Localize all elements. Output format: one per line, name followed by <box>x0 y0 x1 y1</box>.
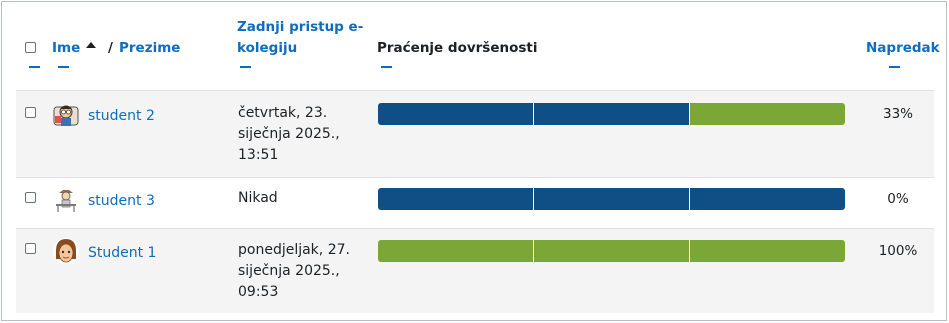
last-access-text: ponedjeljak, 27. siječnja 2025., 09:53 <box>238 240 358 303</box>
completion-progress-bar <box>378 240 845 262</box>
completion-segment-incomplete[interactable] <box>378 188 533 210</box>
student-name-link[interactable]: student 3 <box>88 191 155 211</box>
completion-progress-bar <box>378 188 845 210</box>
name-separator: / <box>108 40 113 56</box>
last-access-line: Nikad <box>238 190 278 206</box>
completion-segment-complete[interactable] <box>378 240 533 262</box>
completion-segment-complete[interactable] <box>533 240 689 262</box>
progress-percentage: 0% <box>887 191 909 207</box>
progress-header[interactable]: Napredak <box>866 38 940 58</box>
sort-by-last-access-link-line2[interactable]: kolegiju <box>237 38 297 58</box>
last-access-line: 13:51 <box>238 147 279 163</box>
last-access-text: četvrtak, 23. siječnja 2025., 13:51 <box>238 103 358 166</box>
progress-percentage: 100% <box>878 243 918 259</box>
sort-by-last-name-link[interactable]: Prezime <box>119 38 180 58</box>
completion-segment-incomplete[interactable] <box>689 188 845 210</box>
last-access-text: Nikad <box>238 188 358 209</box>
student-avatar-icon <box>53 187 79 213</box>
participants-table: Ime / Prezime Zadnji pristup e- kolegiju… <box>1 1 947 321</box>
last-access-line: 09:53 <box>238 284 279 300</box>
sort-ascending-icon <box>86 42 96 48</box>
collapse-last-access-column-icon[interactable] <box>240 66 251 68</box>
completion-tracking-header: Praćenje dovršenosti <box>377 40 538 56</box>
row-select-checkbox[interactable] <box>25 243 36 254</box>
completion-progress-bar <box>378 103 845 125</box>
collapse-completion-column-icon[interactable] <box>381 66 392 68</box>
sort-by-last-access-link[interactable]: Zadnji pristup e- <box>237 17 363 37</box>
student-name-link[interactable]: student 2 <box>88 106 155 126</box>
collapse-name-column-icon-2[interactable] <box>58 66 69 68</box>
collapse-name-column-icon[interactable] <box>29 66 40 68</box>
select-all-checkbox[interactable] <box>25 42 36 53</box>
last-access-line: siječnja 2025., <box>238 126 340 142</box>
student-name-link[interactable]: Student 1 <box>88 243 156 263</box>
collapse-progress-column-icon[interactable] <box>889 66 900 68</box>
completion-segment-complete[interactable] <box>689 103 845 125</box>
completion-segment-incomplete[interactable] <box>378 103 533 125</box>
student-avatar-icon <box>53 238 79 264</box>
sort-by-first-name-link[interactable]: Ime <box>52 38 80 58</box>
completion-segment-incomplete[interactable] <box>533 188 689 210</box>
completion-segment-incomplete[interactable] <box>533 103 689 125</box>
last-access-line: siječnja 2025., <box>238 263 340 279</box>
last-access-line: četvrtak, 23. <box>238 105 328 121</box>
row-select-checkbox[interactable] <box>25 107 36 118</box>
last-access-line: ponedjeljak, 27. <box>238 242 350 258</box>
completion-segment-complete[interactable] <box>689 240 845 262</box>
student-avatar-icon <box>53 105 79 126</box>
row-select-checkbox[interactable] <box>25 192 36 203</box>
progress-percentage: 33% <box>882 106 913 122</box>
